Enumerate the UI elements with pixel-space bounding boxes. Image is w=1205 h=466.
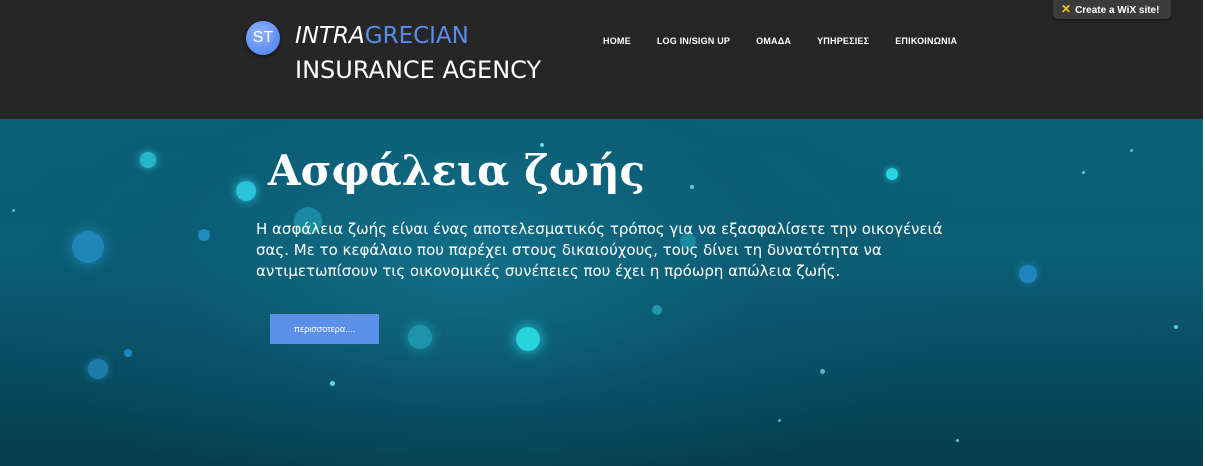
hero-title: Ασφάλεια ζωής bbox=[268, 146, 646, 195]
nav-login-signup[interactable]: LOG IN/SIGN UP bbox=[644, 34, 743, 48]
create-wix-site-button[interactable]: ✕ Create a WiX site! bbox=[1053, 0, 1171, 19]
site-header: ST INTRAGRECIAN INSURANCE AGENCY HOME LO… bbox=[0, 0, 1203, 119]
bokeh-particle bbox=[956, 439, 959, 442]
bokeh-particle bbox=[778, 419, 781, 422]
nav-team[interactable]: ΟΜΑΔΑ bbox=[743, 34, 804, 48]
bokeh-particle bbox=[1130, 149, 1133, 152]
bokeh-particle bbox=[330, 381, 335, 386]
bokeh-particle bbox=[516, 327, 540, 351]
logo-badge[interactable]: ST bbox=[246, 21, 280, 55]
nav-home[interactable]: HOME bbox=[590, 34, 644, 48]
bokeh-particle bbox=[236, 181, 256, 201]
bokeh-particle bbox=[12, 209, 15, 212]
bokeh-particle bbox=[820, 369, 825, 374]
wix-badge-label: Create a WiX site! bbox=[1075, 5, 1160, 16]
nav-services[interactable]: ΥΠΗΡΕΣΙΕΣ bbox=[804, 34, 882, 48]
hero-description: Η ασφάλεια ζωής είναι ένας αποτελεσματικ… bbox=[256, 220, 943, 280]
bokeh-particle bbox=[1174, 325, 1178, 329]
brand-subtitle[interactable]: INSURANCE AGENCY bbox=[295, 56, 541, 84]
page: ST INTRAGRECIAN INSURANCE AGENCY HOME LO… bbox=[0, 0, 1205, 466]
bokeh-particle bbox=[124, 349, 132, 357]
bokeh-particle bbox=[408, 325, 432, 349]
bokeh-particle bbox=[72, 231, 104, 263]
more-button[interactable]: περισσοτερα.... bbox=[270, 314, 379, 344]
bokeh-particle bbox=[1082, 171, 1085, 174]
brand-name-first: INTRA bbox=[295, 23, 365, 49]
bokeh-particle bbox=[198, 229, 210, 241]
brand-name[interactable]: INTRAGRECIAN bbox=[295, 22, 469, 50]
nav-contact[interactable]: ΕΠΙΚΟΙΝΩΝΙΑ bbox=[882, 34, 970, 48]
bokeh-particle bbox=[690, 185, 694, 189]
main-nav: HOME LOG IN/SIGN UP ΟΜΑΔΑ ΥΠΗΡΕΣΙΕΣ ΕΠΙΚ… bbox=[590, 34, 970, 48]
wix-x-icon: ✕ bbox=[1061, 2, 1072, 16]
hero-section: Ασφάλεια ζωής Η ασφάλεια ζωής είναι ένας… bbox=[0, 119, 1203, 466]
bokeh-particle bbox=[1019, 265, 1037, 283]
brand-name-second: GRECIAN bbox=[364, 23, 469, 49]
bokeh-particle bbox=[140, 152, 156, 168]
bokeh-particle bbox=[886, 168, 898, 180]
bokeh-particle bbox=[88, 359, 108, 379]
bokeh-particle bbox=[652, 305, 662, 315]
